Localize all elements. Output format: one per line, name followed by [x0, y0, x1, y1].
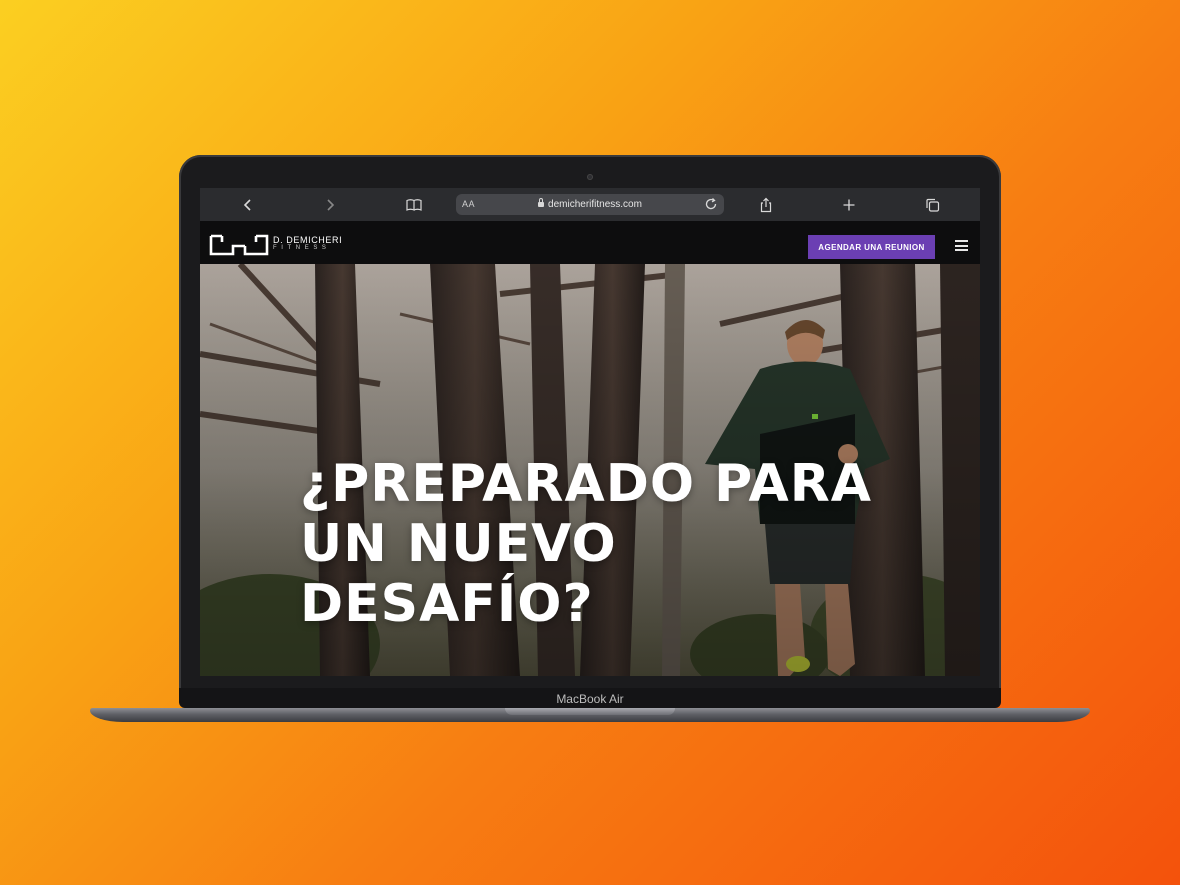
hero-title-line-1: ¿PREPARADO PARA [300, 454, 873, 514]
browser-toolbar: AA demicherifitness.com [200, 188, 980, 222]
reload-icon[interactable] [703, 196, 719, 212]
hero-title-line-2: UN NUEVO DESAFÍO? [300, 514, 617, 634]
schedule-meeting-button[interactable]: AGENDAR UNA REUNION [808, 235, 935, 259]
camera-icon [587, 174, 593, 180]
site-header: D. DEMICHERI FITNESS AGENDAR UNA REUNION [200, 221, 980, 264]
brand-name: D. DEMICHERI [273, 235, 343, 245]
plus-icon[interactable] [834, 188, 864, 221]
book-icon[interactable] [399, 188, 429, 221]
brand-sub: FITNESS [273, 245, 331, 251]
lock-icon [538, 198, 545, 207]
chevron-left-icon[interactable] [233, 188, 263, 221]
page-background: { "browser": { "text_size_label": "AA", … [0, 0, 1180, 885]
brand-logo-icon[interactable] [209, 233, 269, 257]
tabs-icon[interactable] [917, 188, 947, 221]
share-icon[interactable] [751, 188, 781, 221]
laptop-opening-notch [505, 708, 675, 715]
hero-title: ¿PREPARADO PARA UN NUEVO DESAFÍO? [300, 454, 920, 634]
hamburger-menu-icon[interactable] [955, 240, 968, 251]
chevron-right-icon[interactable] [315, 188, 345, 221]
brand-wordmark[interactable]: D. DEMICHERI FITNESS [273, 235, 342, 252]
address-bar[interactable]: AA demicherifitness.com [456, 194, 724, 215]
hero-section: ¿PREPARADO PARA UN NUEVO DESAFÍO? [200, 264, 980, 676]
url-text: demicherifitness.com [548, 199, 642, 210]
device-model-label: MacBook Air [556, 692, 624, 706]
laptop-screen: AA demicherifitness.com D. DEMICHERI FIT… [200, 188, 980, 676]
